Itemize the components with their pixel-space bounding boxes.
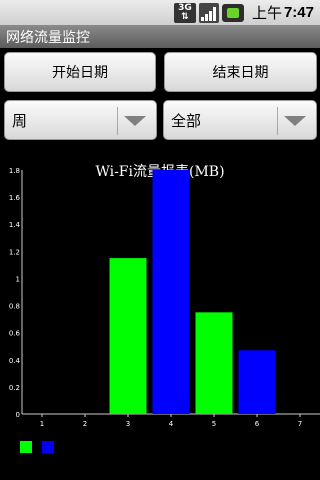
x-tick-label: 2 xyxy=(83,420,87,428)
app-title-bar: 网络流量监控 xyxy=(0,25,320,48)
y-tick-label: 1.4 xyxy=(9,221,21,229)
signal-strength-icon xyxy=(198,2,219,23)
y-tick-label: 1.6 xyxy=(9,194,21,202)
x-tick-label: 5 xyxy=(212,420,216,428)
3g-data-icon: 3G ⇅ xyxy=(173,2,196,23)
x-tick-label: 7 xyxy=(298,420,302,428)
x-tick-label: 1 xyxy=(40,420,44,428)
spinner-divider xyxy=(117,107,118,135)
y-tick-label: 0.2 xyxy=(9,384,20,392)
y-tick-label: 1.8 xyxy=(9,167,20,175)
app-title: 网络流量监控 xyxy=(6,29,90,46)
y-tick-label: 1.2 xyxy=(9,248,20,256)
end-date-label: 结束日期 xyxy=(212,65,269,81)
battery-icon xyxy=(221,3,244,23)
x-tick-label: 3 xyxy=(126,420,130,428)
y-tick-label: 0 xyxy=(16,411,20,419)
dropdown-arrow-icon xyxy=(284,116,306,126)
scope-selected: 全部 xyxy=(171,111,202,130)
legend-swatch-series-b xyxy=(42,441,54,453)
bar-x3 xyxy=(109,258,147,414)
end-date-button[interactable]: 结束日期 xyxy=(164,52,317,92)
y-tick-label: 0.4 xyxy=(9,357,21,365)
y-tick-label: 0.6 xyxy=(9,330,21,338)
bar-x5 xyxy=(195,312,233,414)
y-tick-label: 1 xyxy=(16,275,20,283)
legend-swatch-series-a xyxy=(20,441,32,453)
x-tick-label: 6 xyxy=(255,420,260,428)
x-tick-label: 4 xyxy=(169,420,174,428)
chart-svg: Wi-Fi流量报表(MB) 00.20.40.60.811.21.41.61.8… xyxy=(9,164,320,428)
clock-ampm: 上午 xyxy=(251,5,282,22)
spinner-divider xyxy=(277,107,278,135)
bar-x6 xyxy=(238,350,276,414)
start-date-label: 开始日期 xyxy=(52,65,108,81)
period-selected: 周 xyxy=(12,111,28,130)
bar-x4 xyxy=(152,170,190,414)
dropdown-arrow-icon xyxy=(124,116,146,126)
clock-time: 7:47 xyxy=(283,4,314,21)
scope-spinner[interactable]: 全部 xyxy=(163,100,317,140)
period-spinner[interactable]: 周 xyxy=(4,100,157,140)
start-date-button[interactable]: 开始日期 xyxy=(4,52,156,92)
chart-legend xyxy=(20,441,54,453)
traffic-chart: Wi-Fi流量报表(MB) 00.20.40.60.811.21.41.61.8… xyxy=(0,148,320,448)
y-tick-label: 0.8 xyxy=(9,303,20,311)
status-bar: 3G ⇅ 上午 7:47 xyxy=(0,0,320,25)
